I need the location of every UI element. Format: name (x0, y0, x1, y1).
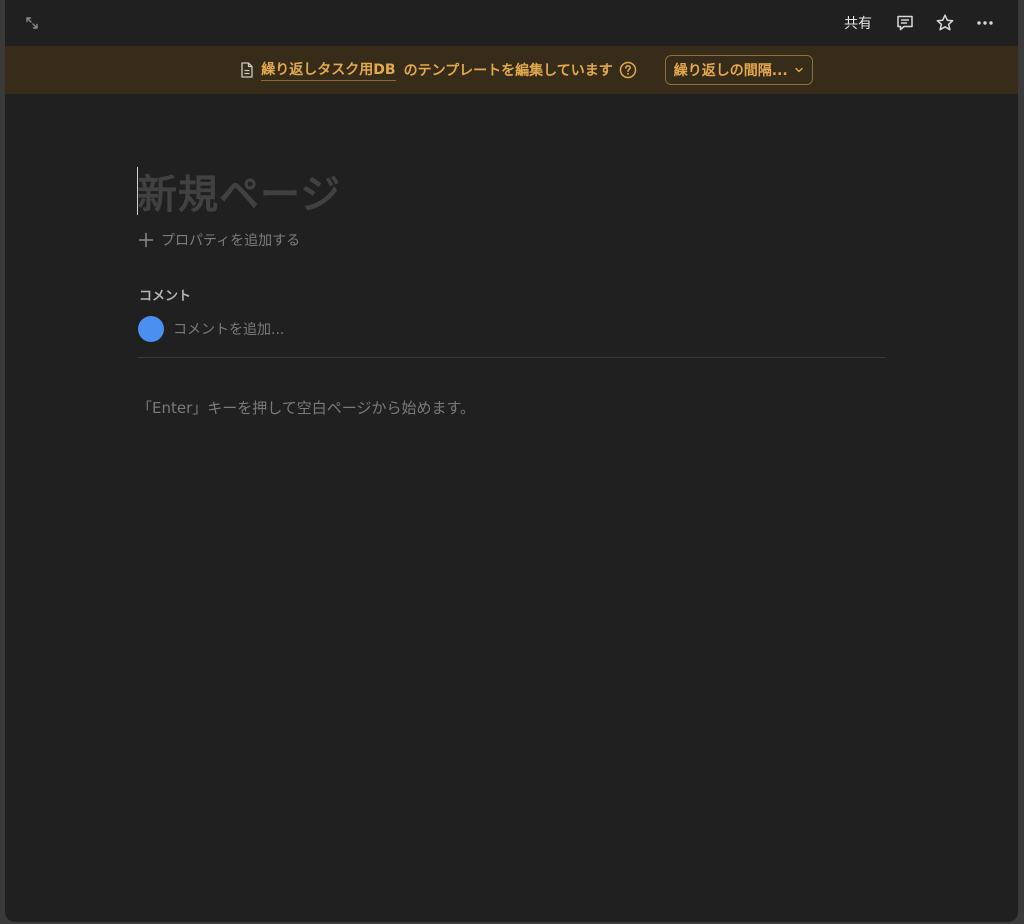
add-property-button[interactable]: プロパティを追加する (137, 230, 300, 250)
repeat-interval-button[interactable]: 繰り返しの間隔... (664, 55, 813, 85)
template-edit-banner: 繰り返しタスク用DB のテンプレートを編集しています 繰り返しの間隔... (5, 46, 1018, 94)
avatar (138, 316, 164, 342)
banner-message: のテンプレートを編集しています (403, 63, 613, 79)
comment-input[interactable]: コメントを追加... (173, 319, 284, 339)
top-actions: 共有 (838, 8, 998, 38)
question-circle-icon[interactable] (619, 61, 637, 79)
star-icon[interactable] (932, 10, 958, 36)
comment-row: コメントを追加... (138, 316, 284, 342)
page-content: 新規ページ プロパティを追加する コメント コメントを追加... 「Enter」… (137, 150, 885, 417)
repeat-interval-label: 繰り返しの間隔... (673, 63, 788, 79)
expand-arrows-icon[interactable] (21, 12, 43, 34)
divider (138, 357, 885, 358)
add-property-label: プロパティを追加する (161, 233, 301, 249)
banner-content: 繰り返しタスク用DB のテンプレートを編集しています 繰り返しの間隔... (238, 55, 813, 85)
top-bar: 共有 (5, 0, 1018, 46)
more-horizontal-icon[interactable] (972, 10, 998, 36)
page-window: 共有 繰り返しタスク用DB のテンプレートを編集しています 繰り返しの間隔...… (5, 0, 1018, 922)
comment-icon[interactable] (892, 10, 918, 36)
empty-page-hint: 「Enter」キーを押して空白ページから始めます。 (137, 399, 476, 417)
plus-icon (137, 231, 155, 249)
database-link[interactable]: 繰り返しタスク用DB (261, 59, 396, 81)
chevron-down-icon (794, 65, 804, 75)
document-icon (238, 61, 256, 79)
comments-heading: コメント (139, 289, 192, 304)
share-button[interactable]: 共有 (838, 13, 878, 33)
page-title-input[interactable]: 新規ページ (137, 162, 341, 220)
title-row: 新規ページ (137, 150, 885, 222)
